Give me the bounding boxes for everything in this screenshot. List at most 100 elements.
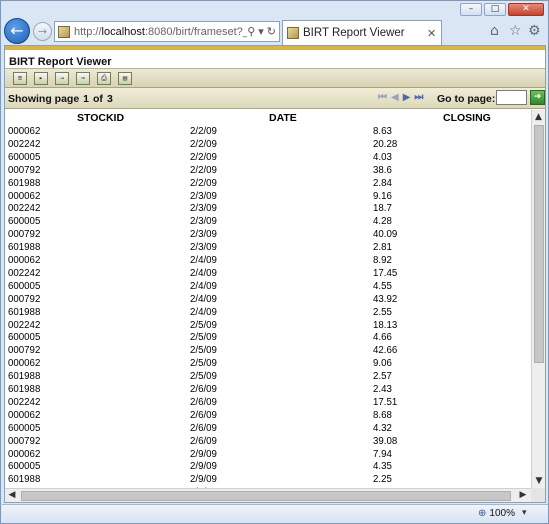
page-content: BIRT Report Viewer ≡ ▸ ⇢ ⇒ ⎙ ▤ Showing p… — [4, 45, 546, 503]
closing-cell: 40.09 — [373, 229, 398, 241]
table-row: 600005 2/3/09 4.28 — [5, 216, 531, 229]
previous-page-icon[interactable]: ◀ — [391, 92, 399, 103]
scroll-right-icon[interactable]: ▶ — [516, 489, 530, 502]
goto-page-input[interactable] — [496, 90, 527, 105]
table-row: 601988 2/9/09 2.25 — [5, 474, 531, 487]
settings-gear-icon[interactable]: ⚙ — [528, 23, 541, 39]
date-cell: 2/2/09 — [190, 138, 217, 150]
viewer-title: BIRT Report Viewer — [5, 50, 545, 69]
dropdown-icon[interactable]: ▾ — [258, 25, 264, 38]
back-button[interactable]: ← — [4, 18, 30, 44]
closing-cell: 9.06 — [373, 358, 392, 370]
favorites-star-icon[interactable]: ☆ — [509, 23, 522, 39]
closing-cell: 7.94 — [373, 448, 392, 460]
closing-cell: 4.55 — [373, 280, 392, 292]
table-row: 002242 2/4/09 17.45 — [5, 268, 531, 281]
scroll-up-icon[interactable]: ▲ — [532, 110, 545, 124]
viewer-toolbar: ≡ ▸ ⇢ ⇒ ⎙ ▤ — [5, 69, 545, 88]
closing-cell: 2.81 — [373, 242, 392, 254]
date-cell: 2/5/09 — [190, 358, 217, 370]
date-cell: 2/6/09 — [190, 384, 217, 395]
scroll-left-icon[interactable]: ◀ — [5, 489, 19, 502]
refresh-icon[interactable]: ↻ — [267, 25, 276, 38]
table-row: 601988 2/4/09 2.55 — [5, 307, 531, 320]
goto-page-button[interactable]: ➜ — [530, 90, 545, 105]
zoom-dropdown-icon[interactable]: ▾ — [522, 508, 527, 518]
print-server-icon[interactable]: ▤ — [118, 71, 132, 85]
stockid-cell: 600005 — [8, 422, 41, 434]
stockid-cell: 600005 — [8, 216, 41, 228]
address-bar[interactable]: http://localhost:8080/birt/frameset?__re… — [54, 21, 280, 42]
date-cell: 2/2/09 — [190, 177, 217, 189]
date-cell: 2/5/09 — [190, 345, 217, 357]
date-cell: 2/4/09 — [190, 280, 217, 292]
date-cell: 2/5/09 — [190, 319, 217, 331]
address-url[interactable]: http://localhost:8080/birt/frameset?__re… — [74, 26, 247, 38]
closing-cell: 2.43 — [373, 384, 392, 395]
last-page-icon[interactable]: ⏭ — [414, 92, 423, 103]
browser-window: – □ ✕ ← → http://localhost:8080/birt/fra… — [0, 0, 549, 524]
column-header-date: DATE — [269, 112, 297, 124]
scroll-down-icon[interactable]: ▼ — [532, 474, 545, 488]
of-label: of — [93, 93, 103, 105]
date-cell: 2/4/09 — [190, 293, 217, 305]
tab-birt-report-viewer[interactable]: BIRT Report Viewer ✕ — [282, 20, 442, 45]
date-cell: 2/2/09 — [190, 151, 217, 163]
date-cell: 2/6/09 — [190, 396, 217, 408]
search-icon[interactable]: ⚲ — [247, 25, 255, 38]
tab-favicon-icon — [287, 27, 299, 39]
table-row: 002242 2/2/09 20.28 — [5, 139, 531, 152]
first-page-icon[interactable]: ⏮ — [378, 92, 387, 103]
closing-cell: 2.25 — [373, 474, 392, 486]
export-data-icon[interactable]: ⇢ — [55, 71, 69, 85]
table-row: 000792 2/6/09 39.08 — [5, 436, 531, 449]
table-row: 000792 2/3/09 40.09 — [5, 229, 531, 242]
toc-icon[interactable]: ≡ — [13, 71, 27, 85]
table-row: 600005 2/6/09 4.32 — [5, 423, 531, 436]
page-navigation-bar: Showing page 1 of 3 ⏮ ◀ ▶ ⏭ Go to page: … — [5, 88, 545, 109]
stockid-cell: 000062 — [8, 126, 41, 137]
table-row: 601988 2/6/09 2.43 — [5, 384, 531, 397]
home-icon[interactable]: ⌂ — [490, 23, 499, 39]
zoom-control[interactable]: ⊕ 100% — [478, 508, 515, 519]
tab-close-icon[interactable]: ✕ — [427, 27, 441, 40]
table-row: 000062 2/9/09 7.94 — [5, 449, 531, 462]
closing-cell: 4.66 — [373, 332, 392, 344]
closing-cell: 4.03 — [373, 151, 392, 163]
print-icon[interactable]: ⎙ — [97, 71, 111, 85]
horizontal-scroll-thumb[interactable] — [21, 491, 511, 501]
stockid-cell: 601988 — [8, 474, 41, 486]
horizontal-scrollbar[interactable]: ◀ ▶ — [5, 488, 531, 502]
date-cell: 2/3/09 — [190, 242, 217, 254]
date-cell: 2/6/09 — [190, 409, 217, 421]
vertical-scroll-thumb[interactable] — [534, 125, 544, 363]
goto-page-label: Go to page: — [437, 93, 496, 105]
table-row: 600005 2/2/09 4.03 — [5, 152, 531, 165]
export-report-icon[interactable]: ⇒ — [76, 71, 90, 85]
run-report-icon[interactable]: ▸ — [34, 71, 48, 85]
stockid-cell: 601988 — [8, 242, 41, 254]
closing-cell: 2.57 — [373, 371, 392, 383]
closing-cell: 20.28 — [373, 138, 398, 150]
total-pages-number: 3 — [106, 93, 113, 105]
forward-button[interactable]: → — [33, 22, 52, 41]
stockid-cell: 000062 — [8, 190, 41, 202]
closing-cell: 18.13 — [373, 319, 398, 331]
table-row: 002242 2/3/09 18.7 — [5, 203, 531, 216]
stockid-cell: 000062 — [8, 255, 41, 266]
closing-cell: 8.63 — [373, 126, 392, 137]
next-page-icon[interactable]: ▶ — [403, 92, 411, 103]
date-cell: 2/2/09 — [190, 126, 217, 137]
url-scheme: http:// — [74, 25, 102, 38]
table-row: 000062 2/5/09 9.06 — [5, 358, 531, 371]
stockid-cell: 000062 — [8, 409, 41, 421]
vertical-scrollbar[interactable]: ▲ ▼ — [531, 110, 545, 488]
stockid-cell: 600005 — [8, 461, 41, 473]
table-row: 000062 2/4/09 8.92 — [5, 255, 531, 268]
table-row: 002242 2/5/09 18.13 — [5, 320, 531, 333]
table-row: 000062 2/3/09 9.16 — [5, 191, 531, 204]
table-row: 600005 2/5/09 4.66 — [5, 332, 531, 345]
date-cell: 2/5/09 — [190, 332, 217, 344]
stockid-cell: 601988 — [8, 371, 41, 383]
date-cell: 2/5/09 — [190, 371, 217, 383]
